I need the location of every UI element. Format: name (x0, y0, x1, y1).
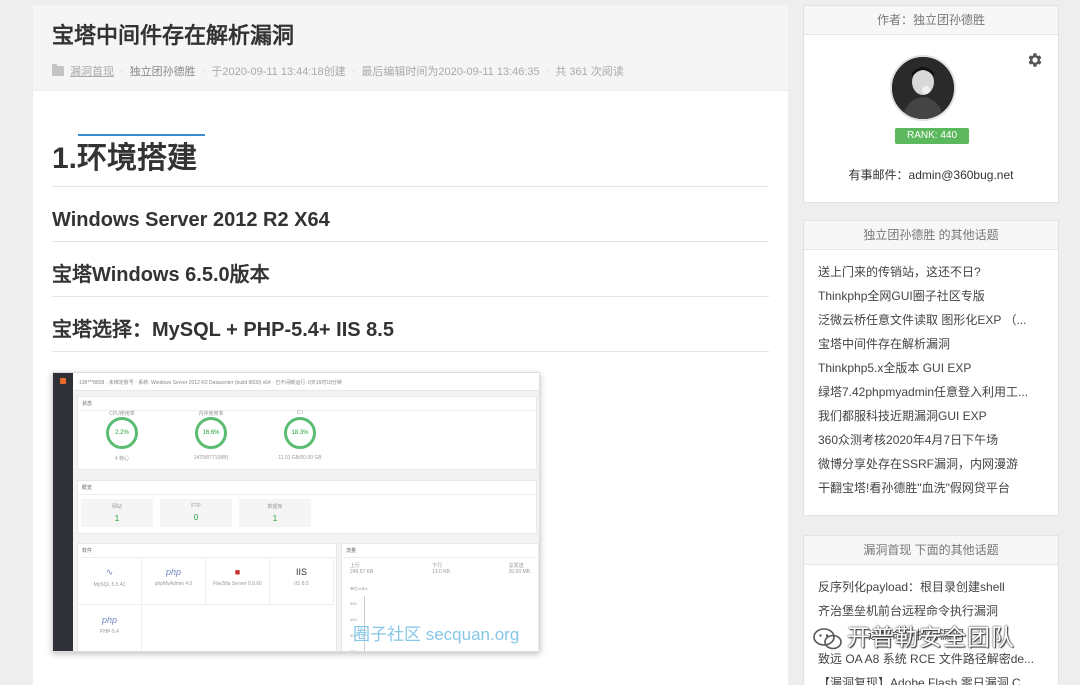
rank-badge: RANK: 440 (895, 128, 969, 144)
author-card: 作者：独立团孙德胜 RANK: 440 有事邮件：admin@360bug.ne… (803, 5, 1059, 203)
overview-title: 概览 (78, 481, 536, 495)
wechat-icon (813, 628, 842, 650)
iis-icon: IIS (295, 567, 307, 577)
disk-label: C:/ (296, 410, 304, 416)
software-panel: 软件 ∿ MySQL 5.5.41 php phpMyAdmin 4.0 ■ File… (77, 543, 337, 651)
sw-iis[interactable]: IIS IIS 8.5 (270, 557, 334, 605)
stat-ftp[interactable]: FTP 0 (160, 499, 232, 527)
cpu-sub: 4 核心 (114, 456, 130, 462)
article-body: 1.环境搭建 Windows Server 2012 R2 X64 宝塔Wind… (33, 134, 788, 652)
heading-os: Windows Server 2012 R2 X64 (52, 207, 769, 242)
status-title: 状态 (78, 397, 536, 411)
secquan-watermark: 圈子社区 secquan.org (353, 625, 520, 644)
cpu-gauge: 2.2% (106, 417, 138, 449)
list-item[interactable]: 360众测考核2020年4月7日下午场 (818, 429, 1044, 453)
sw-mysql[interactable]: ∿ MySQL 5.5.41 (78, 557, 142, 605)
disk-gauge: 18.3% (284, 417, 316, 449)
cpu-label: CPU使用率 (109, 411, 135, 417)
list-item[interactable]: 送上门来的传销站，这还不日? (818, 261, 1044, 285)
avatar-image (892, 57, 954, 119)
mem-gauge: 16.6% (195, 417, 227, 449)
list-item[interactable]: 【漏洞复现】Adobe Flash 零日漏洞 C... (818, 672, 1044, 685)
read-count: 共 361 次阅读 (555, 66, 624, 78)
list-item[interactable]: 干翻宝塔!看孙德胜"血洗"假网贷平台 (818, 477, 1044, 501)
status-panel: 状态 CPU使用率 2.2% 4 核心 内存使用率 16.6% 1470/877… (77, 396, 537, 470)
mysql-icon: ∿ (105, 567, 114, 577)
traffic-title: 流量 (342, 544, 538, 558)
article-title: 宝塔中间件存在解析漏洞 (52, 23, 295, 48)
bt-sidebar (53, 373, 73, 651)
gear-icon[interactable] (1026, 51, 1044, 69)
author-email: 有事邮件：admin@360bug.net (848, 168, 1014, 182)
list-item[interactable]: 绿塔7.42phpmyadmin任意登入利用工... (818, 381, 1044, 405)
folder-icon (52, 64, 64, 76)
author-header: 作者：独立团孙德胜 (804, 6, 1058, 35)
created-time: 于2020-09-11 13:44:18创建 (211, 66, 346, 78)
wechat-watermark: 开普勒安全团队 (813, 618, 1015, 652)
article-card: 宝塔中间件存在解析漏洞 漏洞首现 · 独立团孙德胜 · 于2020-09-11 … (33, 5, 788, 685)
traffic-unit: 单位:KB/s (350, 586, 368, 591)
author-link[interactable]: 独立团孙德胜 (130, 63, 196, 79)
sw-php[interactable]: php PHP-5.4 (78, 605, 142, 651)
list-item[interactable]: 泛微云桥任意文件读取 图形化EXP （... (818, 309, 1044, 333)
mem-label: 内存使用率 (198, 411, 224, 417)
filezilla-icon: ■ (234, 567, 241, 577)
list-item[interactable]: 宝塔中间件存在解析漏洞 (818, 333, 1044, 357)
sw-phpmyadmin[interactable]: php phpMyAdmin 4.0 (142, 557, 206, 605)
php-icon: php (101, 615, 118, 625)
mem-sub: 1470/8771(MB) (193, 455, 229, 461)
heading-env-setup: 1.环境搭建 (52, 134, 769, 187)
author-topics-header: 独立团孙德胜 的其他话题 (804, 221, 1058, 250)
overview-panel: 概览 网站 1 FTP 0 数据库 1 (77, 480, 537, 534)
php-icon: php (165, 567, 182, 577)
list-item[interactable]: 我们都服科技近期漏洞GUI EXP (818, 405, 1044, 429)
heading-accent-line (78, 134, 205, 136)
bt-topbar: 136***8828 · 未绑定账号 · 系统: Windows Server … (73, 373, 539, 391)
list-item[interactable]: Thinkphp5.x全版本 GUI EXP (818, 357, 1044, 381)
traffic-stats: 上行 249.57 KB 下行 13.0 KB 总发送 20.00 MB (350, 563, 530, 575)
heading-bt-stack: 宝塔选择：MySQL + PHP-5.4+ IIS 8.5 (52, 317, 769, 352)
category-topics-card: 漏洞首现 下面的其他话题 反序列化payload：根目录创建shell 齐治堡垒… (803, 535, 1059, 685)
list-item[interactable]: 反序列化payload：根目录创建shell (818, 576, 1044, 600)
article-meta: 漏洞首现 · 独立团孙德胜 · 于2020-09-11 13:44:18创建 ·… (52, 63, 769, 79)
disk-sub: 11.01 GB/60.00 GB (278, 455, 322, 461)
category-link[interactable]: 漏洞首现 (70, 63, 114, 79)
list-item[interactable]: Thinkphp全网GUI圈子社区专版 (818, 285, 1044, 309)
list-item[interactable]: 微博分享处存在SSRF漏洞，内网漫游 (818, 453, 1044, 477)
heading-bt-version: 宝塔Windows 6.5.0版本 (52, 262, 769, 297)
avatar[interactable] (890, 55, 956, 121)
stat-sites[interactable]: 网站 1 (81, 499, 153, 527)
bt-panel-screenshot: 136***8828 · 未绑定账号 · 系统: Windows Server … (52, 372, 540, 652)
sw-filezilla[interactable]: ■ FileZilla Server 0.9.60 (206, 557, 270, 605)
author-topics-card: 独立团孙德胜 的其他话题 送上门来的传销站，这还不日? Thinkphp全网GU… (803, 220, 1059, 516)
stat-database[interactable]: 数据库 1 (239, 499, 311, 527)
heading-text: 1.环境搭建 (52, 142, 198, 175)
software-title: 软件 (78, 544, 336, 558)
edited-time: 最后编辑时间为2020-09-11 13:46:35 (361, 66, 540, 78)
category-topics-header: 漏洞首现 下面的其他话题 (804, 536, 1058, 565)
author-topic-list: 送上门来的传销站，这还不日? Thinkphp全网GUI圈子社区专版 泛微云桥任… (804, 250, 1058, 501)
article-header: 宝塔中间件存在解析漏洞 漏洞首现 · 独立团孙德胜 · 于2020-09-11 … (33, 5, 788, 91)
